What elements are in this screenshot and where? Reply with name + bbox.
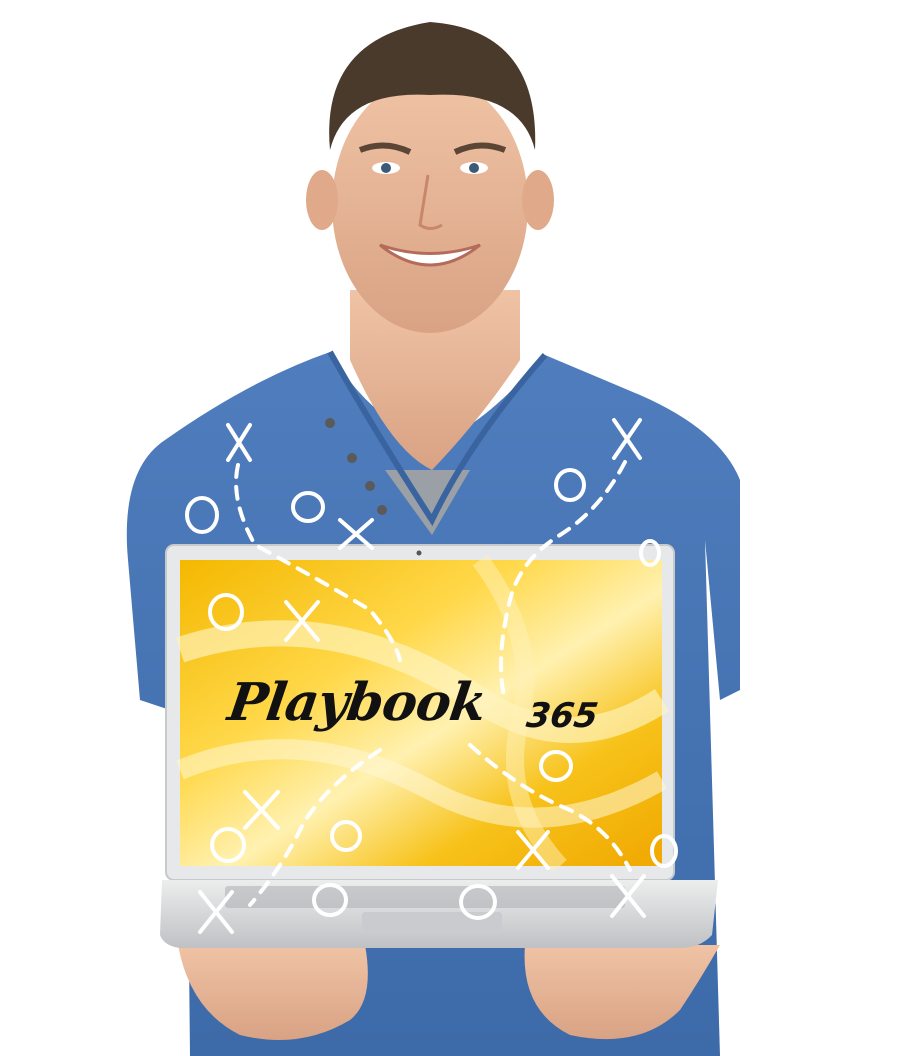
logo-number: 365 bbox=[523, 696, 601, 736]
playbook365-logo: Playbook 365 bbox=[223, 672, 653, 742]
photo-scene bbox=[126, 22, 740, 1056]
shirt-button bbox=[347, 453, 357, 463]
webcam bbox=[416, 550, 422, 556]
shirt-button bbox=[377, 505, 387, 515]
right-ear bbox=[522, 170, 554, 230]
left-ear bbox=[306, 170, 338, 230]
shirt-button bbox=[365, 481, 375, 491]
head bbox=[306, 22, 554, 333]
trackpad bbox=[362, 912, 502, 930]
logo-text: Playbook bbox=[224, 672, 490, 733]
shirt-button bbox=[325, 418, 335, 428]
keyboard bbox=[225, 886, 625, 908]
